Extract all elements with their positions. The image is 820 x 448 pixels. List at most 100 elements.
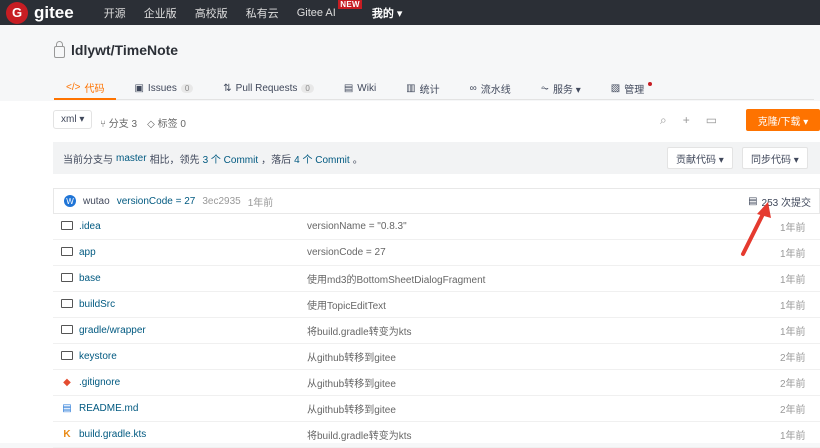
new-badge: NEW <box>338 0 362 9</box>
behind-commits-link[interactable]: 4 个 Commit <box>294 151 350 166</box>
file-commit-message[interactable]: 从github转移到gitee <box>307 401 780 416</box>
file-row[interactable]: gradle/wrapper 将build.gradle转变为kts 1年前 <box>53 318 820 344</box>
tab-manage[interactable]: ▧ 管理 <box>599 76 664 100</box>
file-type <box>61 350 73 363</box>
contribute-code-button[interactable]: 贡献代码 ▾ <box>667 147 733 169</box>
file-type <box>61 246 73 259</box>
avatar[interactable]: W <box>64 195 76 207</box>
tab-pipeline[interactable]: ∞ 流水线 <box>458 76 523 100</box>
pull-request-icon: ⇅ <box>223 82 232 94</box>
file-name[interactable]: README.md <box>79 403 307 414</box>
wiki-icon: ▤ <box>343 82 354 94</box>
search-icon[interactable]: ⌕ <box>660 113 667 128</box>
nav-open-source[interactable]: 开源 <box>104 5 126 21</box>
file-row[interactable]: ▤ README.md 从github转移到gitee 2年前 <box>53 396 820 422</box>
commit-time: 1年前 <box>247 197 274 209</box>
file-row[interactable]: app versionCode = 27 1年前 <box>53 240 820 266</box>
stats-icon: ▥ <box>406 82 416 94</box>
code-icon: </> <box>66 81 81 93</box>
file-name[interactable]: buildSrc <box>79 299 307 310</box>
last-commit-bar: W wutao versionCode = 27 3ec2935 1年前 ▤ 25… <box>53 188 820 214</box>
tags-link[interactable]: ◇ 标签 0 <box>147 115 186 130</box>
git-file-icon: ◆ <box>63 377 71 388</box>
file-type: ▤ <box>61 403 73 414</box>
file-commit-message[interactable]: 从github转移到gitee <box>307 375 780 390</box>
file-type: K <box>61 429 73 440</box>
file-list: .idea versionName = "0.8.3" 1年前 app versionC… <box>53 214 820 448</box>
file-row[interactable]: ◆ .gitignore 从github转移到gitee 2年前 <box>53 370 820 396</box>
file-row[interactable]: base 使用md3的BottomSheetDialogFragment 1年前 <box>53 266 820 292</box>
file-commit-message[interactable]: 使用TopicEditText <box>307 297 780 312</box>
file-row[interactable]: Kbuild.gradle.kts 将build.gradle转变为kts 1年前 <box>53 422 820 448</box>
annotation-arrow <box>741 202 771 256</box>
repo-tabs: </> 代码 ▣ Issues 0 ⇅ Pull Requests 0 ▤ Wiki ▥ 统计… <box>54 76 814 100</box>
file-row[interactable]: keystore 从github转移到gitee 2年前 <box>53 344 820 370</box>
repo-name-link[interactable]: ldlywt/TimeNote <box>71 42 178 58</box>
file-type <box>61 220 73 233</box>
file-commit-time: 1年前 <box>780 431 806 442</box>
file-row[interactable]: .idea versionName = "0.8.3" 1年前 <box>53 214 820 240</box>
tab-wiki[interactable]: ▤ Wiki <box>332 76 388 100</box>
services-icon: ⏦ <box>540 82 549 94</box>
nav-education[interactable]: 高校版 <box>195 5 228 21</box>
clone-download-button[interactable]: 克隆/下载 ▾ <box>746 109 820 131</box>
ahead-commits-link[interactable]: 3 个 Commit <box>203 151 259 166</box>
lock-icon <box>54 41 65 58</box>
file-type: ◆ <box>61 377 73 388</box>
file-commit-time: 2年前 <box>780 353 806 364</box>
repo-title: ldlywt/TimeNote <box>54 41 178 58</box>
commit-hash[interactable]: 3ec2935 <box>202 196 240 207</box>
pipeline-icon: ∞ <box>469 82 477 94</box>
tab-pull-requests[interactable]: ⇅ Pull Requests 0 <box>211 76 326 100</box>
file-commit-message[interactable]: versionName = "0.8.3" <box>307 221 780 232</box>
tab-code[interactable]: </> 代码 <box>54 76 117 100</box>
file-name[interactable]: keystore <box>79 351 307 362</box>
file-commit-time: 1年前 <box>780 249 806 260</box>
branches-link[interactable]: ⑂ 分支 3 <box>100 115 137 130</box>
file-commit-time: 1年前 <box>780 327 806 338</box>
file-commit-message[interactable]: 从github转移到gitee <box>307 349 780 364</box>
file-name[interactable]: base <box>79 273 307 284</box>
folder-icon <box>61 324 73 334</box>
file-commit-time: 2年前 <box>780 379 806 390</box>
sync-code-button[interactable]: 同步代码 ▾ <box>742 147 808 169</box>
monitor-icon[interactable]: ▭ <box>706 113 717 128</box>
markdown-file-icon: ▤ <box>62 403 72 414</box>
file-type <box>61 298 73 311</box>
tab-services[interactable]: ⏦ 服务 ▾ <box>529 76 593 100</box>
commit-author[interactable]: wutao <box>83 196 110 207</box>
file-row[interactable]: buildSrc 使用TopicEditText 1年前 <box>53 292 820 318</box>
file-name[interactable]: app <box>79 247 307 258</box>
file-commit-message[interactable]: 使用md3的BottomSheetDialogFragment <box>307 271 780 286</box>
file-commit-time: 2年前 <box>780 405 806 416</box>
nav-private-cloud[interactable]: 私有云 <box>246 5 279 21</box>
file-name[interactable]: .idea <box>79 221 307 232</box>
tab-issues[interactable]: ▣ Issues 0 <box>122 76 205 100</box>
issues-count: 0 <box>180 83 194 93</box>
pr-count: 0 <box>301 83 314 93</box>
commit-message[interactable]: versionCode = 27 <box>117 196 196 207</box>
nav-gitee-ai[interactable]: Gitee AI NEW <box>297 0 362 19</box>
folder-icon <box>61 246 73 256</box>
file-commit-time: 1年前 <box>780 223 806 234</box>
file-name[interactable]: gradle/wrapper <box>79 325 307 336</box>
file-commit-message[interactable]: 将build.gradle转变为kts <box>307 427 780 442</box>
nav-mine[interactable]: 我的 ▾ <box>372 5 403 21</box>
top-navbar: Ggitee 开源 企业版 高校版 私有云 Gitee AI NEW 我的 ▾ <box>0 0 820 25</box>
file-commit-message[interactable]: 将build.gradle转变为kts <box>307 323 780 338</box>
folder-icon <box>61 220 73 230</box>
gitee-logo[interactable]: Ggitee <box>6 1 74 24</box>
plus-icon[interactable]: + <box>683 113 690 128</box>
file-name[interactable]: .gitignore <box>79 377 307 388</box>
nav-enterprise[interactable]: 企业版 <box>144 5 177 21</box>
file-commit-time: 1年前 <box>780 275 806 286</box>
tab-stats[interactable]: ▥ 统计 <box>394 76 451 100</box>
folder-icon <box>61 298 73 308</box>
branch-select[interactable]: xml ▾ <box>53 110 93 129</box>
file-commit-message[interactable]: versionCode = 27 <box>307 247 780 258</box>
master-link[interactable]: master <box>116 153 147 164</box>
file-type <box>61 324 73 337</box>
issues-icon: ▣ <box>134 82 144 94</box>
file-name[interactable]: build.gradle.kts <box>79 429 307 440</box>
folder-icon <box>61 272 73 282</box>
